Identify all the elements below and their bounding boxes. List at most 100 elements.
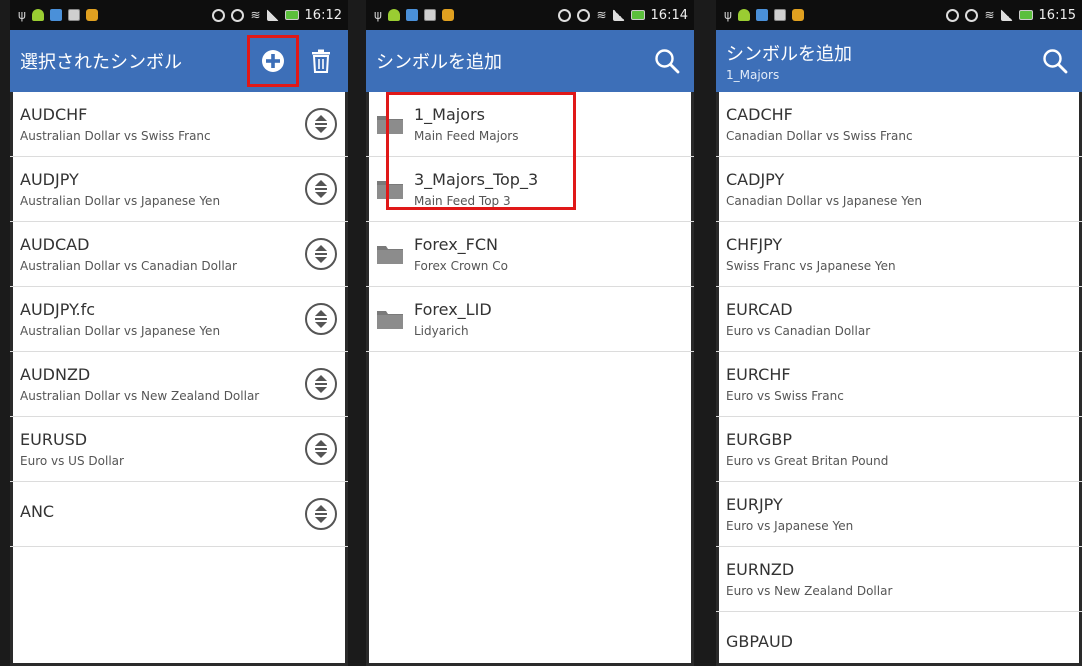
search-button[interactable] (1038, 44, 1072, 78)
symbol-name: AUDNZD (20, 365, 91, 384)
list-item[interactable]: CHFJPY Swiss Franc vs Japanese Yen (716, 222, 1082, 287)
wifi-icon: ≋ (984, 8, 995, 22)
symbol-name: CHFJPY (726, 235, 783, 254)
list-item[interactable]: Forex_LID Lidyarich (366, 287, 694, 352)
list-item[interactable]: AUDCHF Australian Dollar vs Swiss Franc (10, 92, 348, 157)
list-item[interactable]: EURNZD Euro vs New Zealand Dollar (716, 547, 1082, 612)
symbol-name: CADJPY (726, 170, 785, 189)
clock-icon (577, 8, 591, 22)
image-icon (773, 9, 786, 21)
reorder-icon[interactable] (304, 302, 338, 336)
reorder-icon[interactable] (304, 432, 338, 466)
notification-icons: ψ (724, 8, 804, 22)
system-icons: ≋ 16:14 (558, 8, 688, 23)
folder-name: 3_Majors_Top_3 (414, 170, 539, 189)
notification-icons: ψ (18, 8, 98, 22)
message-icon (405, 9, 418, 21)
symbol-description: Australian Dollar vs Japanese Yen (20, 324, 221, 338)
image-icon (423, 9, 436, 21)
reorder-icon[interactable] (304, 172, 338, 206)
usb-icon: ψ (374, 8, 382, 22)
battery-icon (630, 10, 645, 20)
phone-screen-add-symbol: ψ ≋ 16:14 シンボルを追加 1_Majors Main Feed Maj… (366, 0, 694, 666)
symbol-name: EURGBP (726, 430, 792, 449)
battery-icon (1018, 10, 1033, 20)
list-item[interactable]: EURJPY Euro vs Japanese Yen (716, 482, 1082, 547)
add-symbol-button[interactable] (247, 35, 299, 87)
symbol-description: Australian Dollar vs New Zealand Dollar (20, 389, 260, 403)
symbol-name: CADCHF (726, 105, 793, 124)
symbol-name: EURCAD (726, 300, 793, 319)
status-bar: ψ ≋ 16:12 (10, 0, 348, 30)
page-title: シンボルを追加 (726, 44, 852, 65)
delete-button[interactable] (304, 44, 338, 78)
symbol-description: Swiss Franc vs Japanese Yen (726, 259, 896, 273)
search-button[interactable] (650, 44, 684, 78)
battery-icon (284, 10, 299, 20)
alarm-icon (558, 8, 572, 22)
symbol-description: Euro vs New Zealand Dollar (726, 584, 893, 598)
plus-circle-icon (262, 50, 284, 72)
app-notification-icon (85, 9, 98, 21)
message-icon (49, 9, 62, 21)
search-icon (655, 49, 680, 74)
list-item[interactable]: 1_Majors Main Feed Majors (366, 92, 694, 157)
system-icons: ≋ 16:15 (946, 8, 1076, 23)
list-item[interactable]: 3_Majors_Top_3 Main Feed Top 3 (366, 157, 694, 222)
clock-icon (965, 8, 979, 22)
reorder-icon[interactable] (304, 367, 338, 401)
list-item[interactable]: AUDJPY.fc Australian Dollar vs Japanese … (10, 287, 348, 352)
status-time: 16:12 (304, 7, 342, 23)
folder-description: Main Feed Majors (414, 129, 519, 143)
folder-icon (377, 311, 403, 329)
folder-name: Forex_LID (414, 300, 492, 319)
list-item[interactable]: EURCAD Euro vs Canadian Dollar (716, 287, 1082, 352)
action-bar: シンボルを追加 (366, 30, 694, 92)
wifi-icon: ≋ (250, 8, 261, 22)
folder-description: Forex Crown Co (414, 259, 508, 273)
symbols-list: CADCHF Canadian Dollar vs Swiss Franc CA… (716, 92, 1082, 666)
list-item[interactable]: EURGBP Euro vs Great Britan Pound (716, 417, 1082, 482)
symbol-description: Australian Dollar vs Japanese Yen (20, 194, 221, 208)
symbol-name: GBPAUD (726, 632, 793, 651)
list-item[interactable]: CADCHF Canadian Dollar vs Swiss Franc (716, 92, 1082, 157)
list-item[interactable]: EURUSD Euro vs US Dollar (10, 417, 348, 482)
signal-icon (1000, 9, 1013, 21)
symbol-description: Euro vs Canadian Dollar (726, 324, 871, 338)
clock-icon (231, 8, 245, 22)
list-item[interactable]: AUDCAD Australian Dollar vs Canadian Dol… (10, 222, 348, 287)
folder-description: Main Feed Top 3 (414, 194, 511, 208)
symbol-description: Australian Dollar vs Canadian Dollar (20, 259, 237, 273)
list-item[interactable]: EURCHF Euro vs Swiss Franc (716, 352, 1082, 417)
symbol-description: Australian Dollar vs Swiss Franc (20, 129, 211, 143)
list-item[interactable]: AUDJPY Australian Dollar vs Japanese Yen (10, 157, 348, 222)
android-icon (31, 9, 44, 21)
list-item[interactable]: Forex_FCN Forex Crown Co (366, 222, 694, 287)
message-icon (755, 9, 768, 21)
symbol-name: ANC (20, 502, 55, 521)
symbol-name: EURCHF (726, 365, 791, 384)
symbol-name: EURUSD (20, 430, 88, 449)
list-item[interactable]: GBPAUD (716, 612, 1082, 666)
status-bar: ψ ≋ 16:14 (366, 0, 694, 30)
search-icon (1043, 49, 1068, 74)
folder-list: 1_Majors Main Feed Majors 3_Majors_Top_3… (366, 92, 694, 352)
list-item[interactable]: AUDNZD Australian Dollar vs New Zealand … (10, 352, 348, 417)
page-title: 選択されたシンボル (20, 52, 182, 73)
reorder-icon[interactable] (304, 497, 338, 531)
symbol-description: Euro vs Swiss Franc (726, 389, 844, 403)
symbol-description: Euro vs Great Britan Pound (726, 454, 889, 468)
symbol-name: AUDCHF (20, 105, 88, 124)
signal-icon (266, 9, 279, 21)
reorder-icon[interactable] (304, 237, 338, 271)
page-subtitle: 1_Majors (726, 68, 780, 82)
folder-description: Lidyarich (414, 324, 469, 338)
list-item[interactable]: CADJPY Canadian Dollar vs Japanese Yen (716, 157, 1082, 222)
folder-icon (377, 246, 403, 264)
reorder-icon[interactable] (304, 107, 338, 141)
action-bar: 選択されたシンボル (10, 30, 348, 92)
android-icon (737, 9, 750, 21)
list-item[interactable]: ANC (10, 482, 348, 547)
usb-icon: ψ (724, 8, 732, 22)
phone-screen-selected-symbols: ψ ≋ 16:12 選択されたシンボル AUDCHF Australian Do… (10, 0, 348, 666)
